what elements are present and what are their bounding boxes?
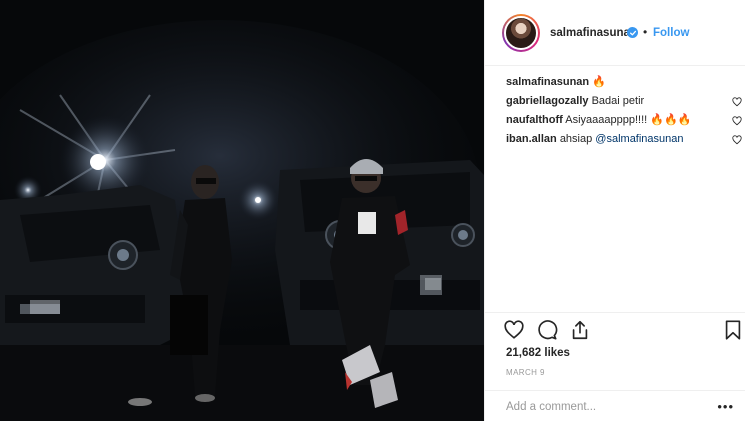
follow-button[interactable]: Follow <box>653 27 689 39</box>
post-author-username[interactable]: salmafinasunan <box>550 27 637 39</box>
bookmark-icon[interactable] <box>722 319 744 341</box>
comment-item: gabriellagozally Badai petir <box>506 95 742 114</box>
post-side-panel: salmafinasunan • Follow salmafinasunan 🔥… <box>484 0 745 421</box>
comment-text: Asiyaaaapppp!!!! 🔥🔥🔥 <box>565 114 692 126</box>
avatar-story-ring[interactable] <box>502 14 540 52</box>
verified-badge-icon <box>627 27 638 38</box>
comment-item: iban.allan ahsiap @salmafinasunan <box>506 133 742 152</box>
caption-text: 🔥 <box>592 76 606 88</box>
comment-username[interactable]: gabriellagozally <box>506 95 589 107</box>
small-heart-icon[interactable] <box>732 97 742 107</box>
small-heart-icon[interactable] <box>732 135 742 145</box>
comment-mention[interactable]: @salmafinasunan <box>595 133 683 145</box>
likes-count[interactable]: 21,682 likes <box>506 347 570 359</box>
comment-username[interactable]: naufalthoff <box>506 114 563 126</box>
comment-text: Badai petir <box>591 95 645 107</box>
caption-username[interactable]: salmafinasunan <box>506 76 589 88</box>
night-photo-two-people-with-jeeps <box>0 0 484 421</box>
more-options-icon[interactable]: ••• <box>717 399 734 414</box>
comment-icon[interactable] <box>536 319 558 341</box>
heart-icon[interactable] <box>503 319 525 341</box>
post-header: salmafinasunan • Follow <box>485 0 745 66</box>
comments-list: salmafinasunan 🔥 gabriellagozally Badai … <box>506 76 742 152</box>
avatar[interactable] <box>504 16 538 50</box>
share-icon[interactable] <box>569 319 591 341</box>
add-comment-input[interactable]: Add a comment... <box>506 401 596 413</box>
post-date[interactable]: MARCH 9 <box>506 368 545 377</box>
add-comment-bar: Add a comment... ••• <box>485 390 745 421</box>
comment-text: ahsiap <box>559 133 593 145</box>
header-separator: • <box>643 25 648 39</box>
small-heart-icon[interactable] <box>732 116 742 126</box>
caption: salmafinasunan 🔥 <box>506 76 738 95</box>
comment-item: naufalthoff Asiyaaaapppp!!!! 🔥🔥🔥 <box>506 114 742 133</box>
instagram-post-view: salmafinasunan • Follow salmafinasunan 🔥… <box>0 0 745 421</box>
post-photo[interactable] <box>0 0 484 421</box>
post-actions-bar <box>485 312 745 346</box>
comment-username[interactable]: iban.allan <box>506 133 557 145</box>
